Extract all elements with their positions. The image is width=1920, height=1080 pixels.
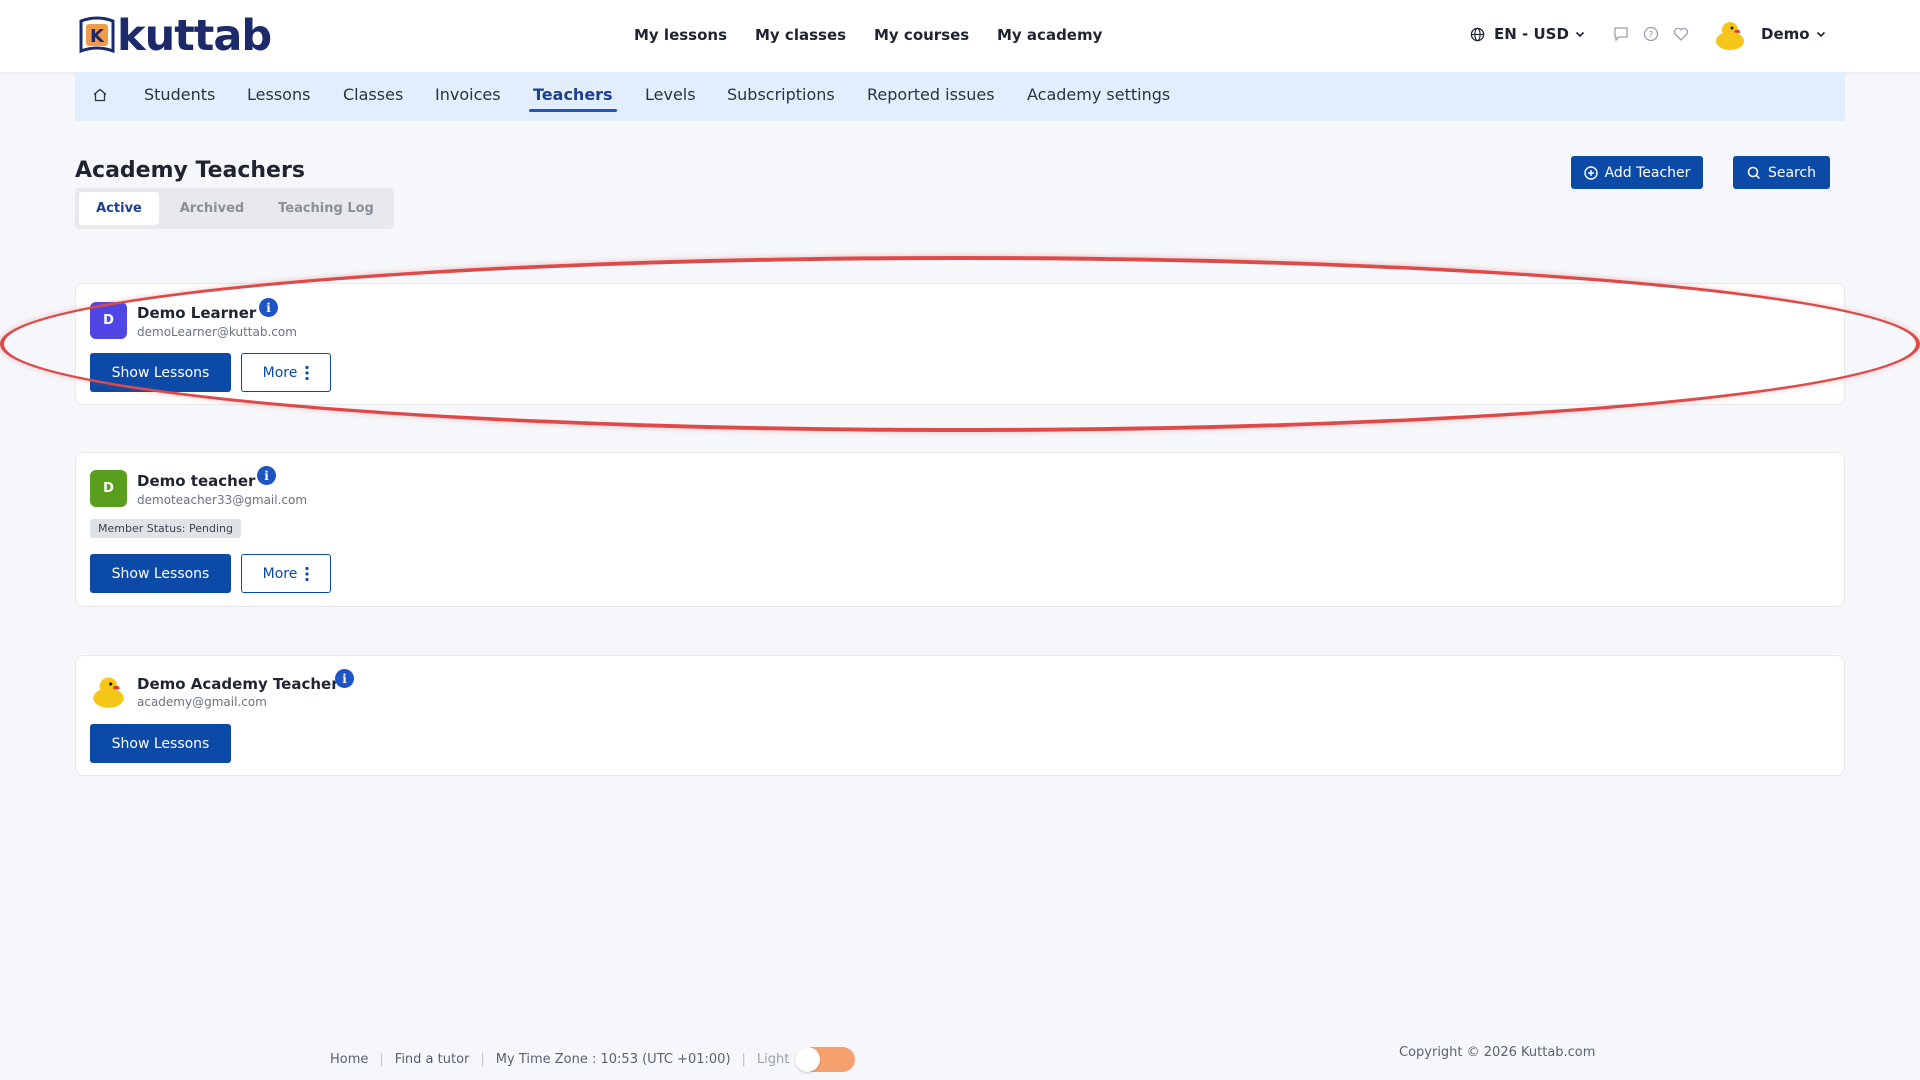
svg-text:?: ? xyxy=(1649,31,1654,41)
teacher-avatar: D xyxy=(90,470,127,507)
nav-my-lessons[interactable]: My lessons xyxy=(634,26,727,44)
heart-icon[interactable] xyxy=(1673,26,1689,42)
search-label: Search xyxy=(1767,164,1817,181)
info-icon[interactable]: i xyxy=(259,298,278,317)
theme-toggle[interactable] xyxy=(795,1047,856,1072)
teacher-name: Demo Academy Teacher xyxy=(137,675,339,693)
teacher-email: demoLearner@kuttab.com xyxy=(137,325,297,339)
show-lessons-button[interactable]: Show Lessons xyxy=(90,353,231,392)
search-button[interactable]: Search xyxy=(1733,156,1830,189)
teacher-avatar: D xyxy=(90,302,127,339)
teacher-card: D Demo teacher i demoteacher33@gmail.com… xyxy=(75,452,1845,607)
plus-circle-icon xyxy=(1583,165,1605,180)
nav-my-classes[interactable]: My classes xyxy=(755,26,846,44)
teacher-avatar xyxy=(90,672,127,709)
subnav-academy-settings[interactable]: Academy settings xyxy=(1027,85,1170,104)
language-currency-selector[interactable]: EN - USD xyxy=(1470,25,1585,43)
footer: Home | Find a tutor | My Time Zone : 10:… xyxy=(0,1035,1920,1075)
vertical-dots-icon xyxy=(305,566,309,582)
footer-separator: | xyxy=(480,1052,485,1067)
teacher-card: Demo Academy Teacher i academy@gmail.com… xyxy=(75,655,1845,776)
show-lessons-button[interactable]: Show Lessons xyxy=(90,724,231,763)
theme-label: Light xyxy=(756,1052,790,1067)
info-icon[interactable]: i xyxy=(257,466,276,485)
kuttab-logo[interactable]: K kuttab xyxy=(77,11,272,61)
add-teacher-button[interactable]: Add Teacher xyxy=(1571,156,1703,189)
toggle-knob xyxy=(795,1047,821,1072)
footer-separator: | xyxy=(741,1052,746,1067)
subnav-reported-issues[interactable]: Reported issues xyxy=(867,85,995,104)
teacher-name: Demo Learner xyxy=(137,304,257,322)
user-menu[interactable]: Demo xyxy=(1761,25,1826,43)
member-status-badge: Member Status: Pending xyxy=(90,519,241,538)
globe-icon xyxy=(1470,27,1485,42)
svg-text:K: K xyxy=(90,26,105,47)
language-label: EN - USD xyxy=(1494,25,1569,43)
footer-timezone: My Time Zone : 10:53 (UTC +01:00) xyxy=(495,1052,731,1067)
chevron-down-icon xyxy=(1816,29,1826,39)
more-label: More xyxy=(262,565,298,582)
teacher-email: demoteacher33@gmail.com xyxy=(137,493,308,507)
footer-home-link[interactable]: Home xyxy=(330,1052,368,1067)
help-icon[interactable]: ? xyxy=(1643,26,1659,42)
teacher-status-tabs: Active Archived Teaching Log xyxy=(75,188,394,229)
academy-subnav: Students Lessons Classes Invoices Teache… xyxy=(75,72,1845,121)
info-icon[interactable]: i xyxy=(335,669,354,688)
search-icon xyxy=(1747,166,1768,180)
subnav-lessons[interactable]: Lessons xyxy=(247,85,310,104)
user-name-label: Demo xyxy=(1761,25,1810,43)
more-button[interactable]: More xyxy=(241,353,331,392)
teacher-card: D Demo Learner i demoLearner@kuttab.com … xyxy=(75,283,1845,405)
vertical-dots-icon xyxy=(305,365,309,381)
nav-my-academy[interactable]: My academy xyxy=(997,26,1102,44)
logo-text: kuttab xyxy=(117,11,272,61)
chat-icon[interactable] xyxy=(1613,26,1629,42)
top-bar: K kuttab My lessons My classes My course… xyxy=(0,0,1920,72)
page-title: Academy Teachers xyxy=(75,158,305,183)
user-avatar[interactable] xyxy=(1713,17,1747,51)
main-nav: My lessons My classes My courses My acad… xyxy=(0,0,1920,72)
subnav-invoices[interactable]: Invoices xyxy=(435,85,501,104)
more-button[interactable]: More xyxy=(241,554,331,593)
subnav-subscriptions[interactable]: Subscriptions xyxy=(727,85,835,104)
subnav-students[interactable]: Students xyxy=(144,85,215,104)
add-teacher-label: Add Teacher xyxy=(1604,164,1691,181)
tab-teaching-log[interactable]: Teaching Log xyxy=(265,192,387,225)
teacher-name: Demo teacher xyxy=(137,472,256,490)
copyright: Copyright © 2026 Kuttab.com xyxy=(1399,1045,1596,1060)
subnav-teachers[interactable]: Teachers xyxy=(533,85,613,104)
teacher-email: academy@gmail.com xyxy=(137,695,267,709)
logo-badge-icon: K xyxy=(77,15,117,57)
tab-archived[interactable]: Archived xyxy=(167,192,257,225)
chevron-down-icon xyxy=(1575,29,1585,39)
active-tab-indicator xyxy=(529,109,617,112)
subnav-classes[interactable]: Classes xyxy=(343,85,403,104)
tab-active[interactable]: Active xyxy=(79,192,159,225)
footer-separator: | xyxy=(379,1052,384,1067)
footer-find-tutor-link[interactable]: Find a tutor xyxy=(395,1052,470,1067)
more-label: More xyxy=(262,364,298,381)
show-lessons-button[interactable]: Show Lessons xyxy=(90,554,231,593)
home-icon[interactable] xyxy=(92,87,108,103)
nav-my-courses[interactable]: My courses xyxy=(874,26,969,44)
subnav-levels[interactable]: Levels xyxy=(645,85,696,104)
